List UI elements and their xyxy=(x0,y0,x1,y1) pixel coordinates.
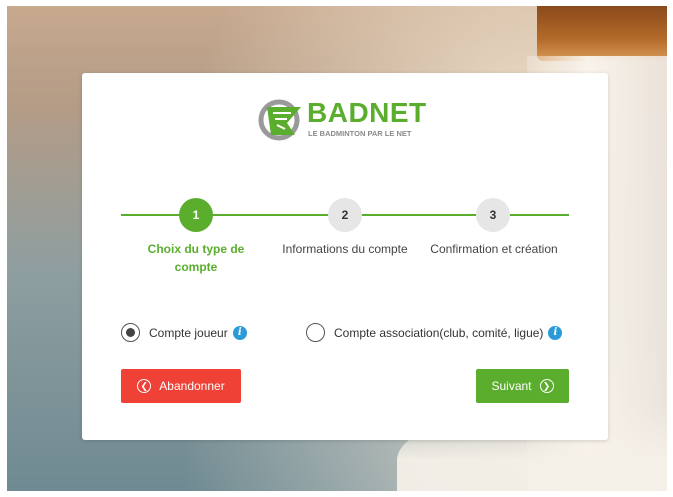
step-1-circle: 1 xyxy=(179,198,213,232)
radio-option-association[interactable]: Compte association(club, comité, ligue) … xyxy=(306,323,563,342)
step-3-circle: 3 xyxy=(476,198,510,232)
next-button-label: Suivant xyxy=(491,379,532,393)
step-2-label: Informations du compte xyxy=(282,242,408,256)
signup-card: BADNET LE BADMINTON PAR LE NET 1 2 3 Cho… xyxy=(82,73,608,440)
cancel-button[interactable]: ❮ Abandonner xyxy=(121,369,241,403)
brand-tagline: LE BADMINTON PAR LE NET xyxy=(308,129,412,138)
cancel-button-label: Abandonner xyxy=(159,379,225,393)
badnet-logo: BADNET LE BADMINTON PAR LE NET xyxy=(257,95,437,145)
radio-label-association: Compte association(club, comité, ligue) xyxy=(334,325,544,340)
step-1-label: Choix du type de compte xyxy=(147,242,245,274)
radio-option-player[interactable]: Compte joueur i xyxy=(121,323,247,342)
radio-selected-dot xyxy=(126,328,135,337)
radio-button-association[interactable] xyxy=(306,323,325,342)
step-3-number: 3 xyxy=(489,208,497,222)
info-icon[interactable]: i xyxy=(232,325,247,340)
next-button[interactable]: Suivant ❯ xyxy=(476,369,569,403)
chevron-right-circle-icon: ❯ xyxy=(539,379,554,393)
radio-button-player[interactable] xyxy=(121,323,140,342)
chevron-left-circle-icon: ❮ xyxy=(137,379,152,393)
shuttlecock-logo-icon xyxy=(258,99,301,141)
info-icon[interactable]: i xyxy=(548,325,563,340)
step-2-circle: 2 xyxy=(328,198,362,232)
step-1-number: 1 xyxy=(192,208,200,222)
shuttlecock-cork xyxy=(537,6,667,61)
step-3-label: Confirmation et création xyxy=(430,242,558,256)
brand-name: BADNET xyxy=(307,97,427,128)
step-2-number: 2 xyxy=(341,208,349,222)
radio-label-player: Compte joueur xyxy=(149,325,228,340)
